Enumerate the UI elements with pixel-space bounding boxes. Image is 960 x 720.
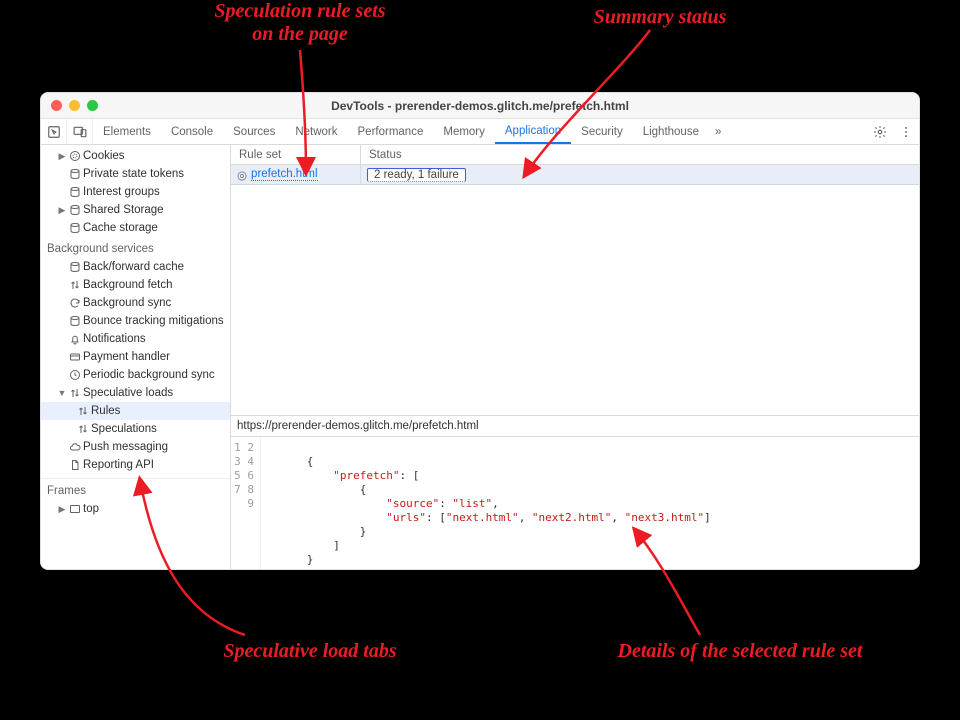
tab-security[interactable]: Security	[571, 119, 633, 144]
database-icon	[67, 261, 83, 273]
target-icon: ◎	[237, 168, 247, 182]
sidebar-item-label: Background fetch	[83, 279, 173, 291]
tab-network[interactable]: Network	[285, 119, 347, 144]
clock-icon	[67, 150, 83, 162]
tab-lighthouse[interactable]: Lighthouse	[633, 119, 709, 144]
application-panel: ▶ Cookies Private state tokens Interest …	[41, 145, 919, 569]
rules-panel: Rule set Status ◎ prefetch.html 2 ready,…	[231, 145, 919, 569]
sidebar-item-speculations[interactable]: Speculations	[41, 420, 230, 438]
tab-memory[interactable]: Memory	[433, 119, 495, 144]
database-icon	[67, 168, 83, 180]
sidebar-item-private-state-tokens[interactable]: Private state tokens	[41, 165, 230, 183]
updown-arrows-icon	[67, 279, 83, 291]
sidebar-item-label: Back/forward cache	[83, 261, 184, 273]
sidebar-item-label: Interest groups	[83, 186, 160, 198]
sidebar-item-bg-fetch[interactable]: Background fetch	[41, 276, 230, 294]
code-content[interactable]: { "prefetch": [ { "source": "list", "url…	[261, 437, 919, 569]
sidebar-section-frames: Frames	[41, 478, 230, 500]
database-icon	[67, 222, 83, 234]
gear-icon[interactable]	[867, 119, 893, 144]
sidebar-item-speculative-loads[interactable]: ▼ Speculative loads	[41, 384, 230, 402]
bell-icon	[67, 333, 83, 345]
tab-console[interactable]: Console	[161, 119, 223, 144]
updown-arrows-icon	[75, 423, 91, 435]
table-header-status[interactable]: Status	[361, 145, 919, 164]
window-title: DevTools - prerender-demos.glitch.me/pre…	[41, 99, 919, 113]
sidebar-item-cache-storage[interactable]: Cache storage	[41, 219, 230, 237]
sidebar-item-bf-cache[interactable]: Back/forward cache	[41, 258, 230, 276]
application-sidebar: ▶ Cookies Private state tokens Interest …	[41, 145, 231, 569]
sidebar-item-label: Push messaging	[83, 441, 168, 453]
line-gutter: 1 2 3 4 5 6 7 8 9	[231, 437, 261, 569]
sidebar-item-cookies[interactable]: ▶ Cookies	[41, 147, 230, 165]
ruleset-cell[interactable]: ◎ prefetch.html	[231, 165, 361, 184]
table-header: Rule set Status	[231, 145, 919, 165]
cloud-icon	[67, 441, 83, 453]
mac-title-bar: DevTools - prerender-demos.glitch.me/pre…	[41, 93, 919, 119]
sidebar-item-bg-sync[interactable]: Background sync	[41, 294, 230, 312]
ruleset-link[interactable]: prefetch.html	[251, 168, 317, 181]
annotation-details: Details of the selected rule set	[570, 640, 910, 663]
table-body: ◎ prefetch.html 2 ready, 1 failure	[231, 165, 919, 416]
database-icon	[67, 186, 83, 198]
annotation-summary-status: Summary status	[560, 6, 760, 29]
updown-arrows-icon	[75, 405, 91, 417]
file-icon	[67, 459, 83, 471]
sidebar-item-notifications[interactable]: Notifications	[41, 330, 230, 348]
frame-icon	[67, 503, 83, 515]
sidebar-item-label: Speculative loads	[83, 387, 173, 399]
sidebar-item-label: Bounce tracking mitigations	[83, 315, 224, 327]
devtools-window: DevTools - prerender-demos.glitch.me/pre…	[40, 92, 920, 570]
sync-icon	[67, 297, 83, 309]
sidebar-item-label: Private state tokens	[83, 168, 184, 180]
code-viewer: 1 2 3 4 5 6 7 8 9 { "prefetch": [ { "sou…	[231, 437, 919, 569]
sidebar-item-bounce[interactable]: Bounce tracking mitigations	[41, 312, 230, 330]
sidebar-item-label: Cookies	[83, 150, 125, 162]
sidebar-item-label: Cache storage	[83, 222, 158, 234]
more-tabs-button[interactable]: »	[709, 119, 727, 144]
database-icon	[67, 315, 83, 327]
tab-sources[interactable]: Sources	[223, 119, 285, 144]
sidebar-item-label: Shared Storage	[83, 204, 164, 216]
status-badge[interactable]: 2 ready, 1 failure	[367, 168, 466, 182]
sidebar-item-label: top	[83, 503, 99, 515]
devtools-tab-bar: Elements Console Sources Network Perform…	[41, 119, 919, 145]
tab-application[interactable]: Application	[495, 119, 571, 144]
sidebar-item-label: Reporting API	[83, 459, 154, 471]
kebab-menu-icon[interactable]	[893, 119, 919, 144]
sidebar-item-periodic[interactable]: Periodic background sync	[41, 366, 230, 384]
tab-elements[interactable]: Elements	[93, 119, 161, 144]
table-header-ruleset[interactable]: Rule set	[231, 145, 361, 164]
annotation-load-tabs: Speculative load tabs	[180, 640, 440, 663]
inspect-icon[interactable]	[41, 119, 67, 144]
card-icon	[67, 351, 83, 363]
sidebar-item-label: Rules	[91, 405, 120, 417]
sidebar-item-interest-groups[interactable]: Interest groups	[41, 183, 230, 201]
database-icon	[67, 204, 83, 216]
sidebar-item-shared-storage[interactable]: ▶ Shared Storage	[41, 201, 230, 219]
tab-performance[interactable]: Performance	[348, 119, 434, 144]
sidebar-item-label: Background sync	[83, 297, 171, 309]
sidebar-item-label: Periodic background sync	[83, 369, 215, 381]
sidebar-item-label: Speculations	[91, 423, 157, 435]
sidebar-item-label: Payment handler	[83, 351, 170, 363]
status-cell[interactable]: 2 ready, 1 failure	[361, 165, 919, 184]
annotation-rule-sets: Speculation rule setson the page	[180, 0, 420, 46]
sidebar-item-top-frame[interactable]: ▶ top	[41, 500, 230, 518]
sidebar-item-label: Notifications	[83, 333, 146, 345]
sidebar-item-reporting[interactable]: Reporting API	[41, 456, 230, 474]
sidebar-item-payment[interactable]: Payment handler	[41, 348, 230, 366]
sidebar-section-background-services: Background services	[41, 237, 230, 258]
device-toggle-icon[interactable]	[67, 119, 93, 144]
clock-icon	[67, 369, 83, 381]
updown-arrows-icon	[67, 387, 83, 399]
table-row[interactable]: ◎ prefetch.html 2 ready, 1 failure	[231, 165, 919, 185]
sidebar-item-rules[interactable]: Rules	[41, 402, 230, 420]
detail-url: https://prerender-demos.glitch.me/prefet…	[231, 416, 919, 437]
sidebar-item-push[interactable]: Push messaging	[41, 438, 230, 456]
